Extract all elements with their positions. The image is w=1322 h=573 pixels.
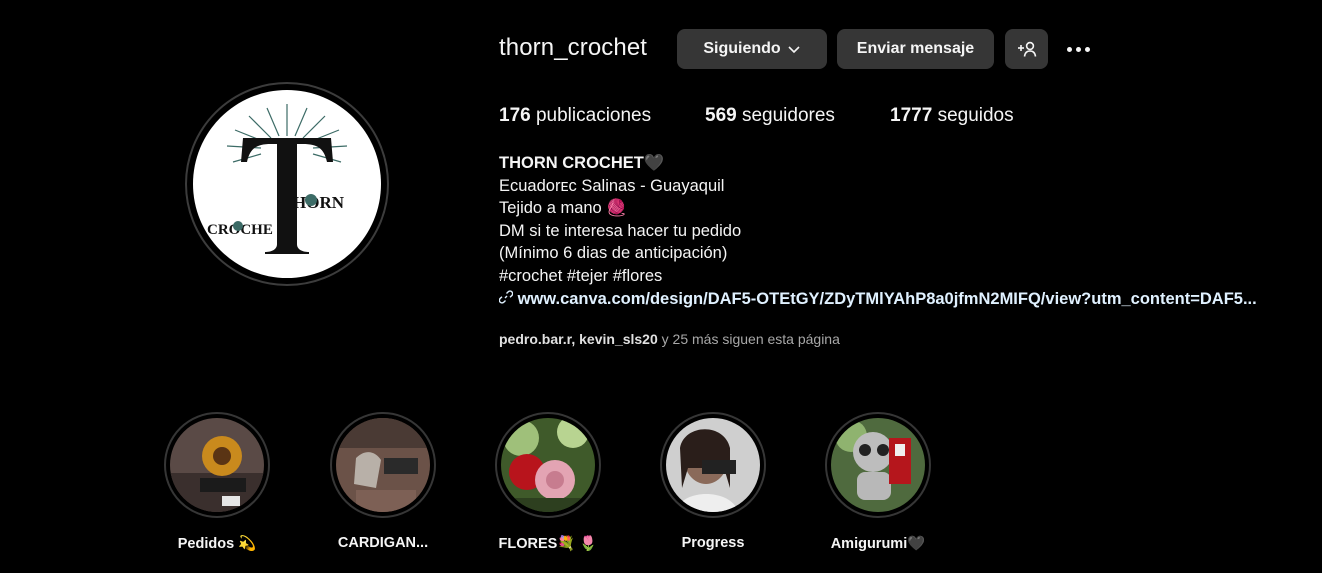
highlight-ring bbox=[330, 412, 436, 518]
highlight-progress[interactable]: Progress bbox=[658, 412, 768, 551]
highlight-thumbnail bbox=[336, 418, 430, 512]
following-button[interactable]: Siguiendo bbox=[677, 29, 827, 69]
bio-line: (Mínimo 6 dias de anticipación) bbox=[499, 244, 728, 263]
highlight-ring bbox=[495, 412, 601, 518]
profile-username: thorn_crochet bbox=[499, 34, 648, 61]
more-options-button[interactable] bbox=[1062, 36, 1094, 62]
highlight-ring bbox=[164, 412, 270, 518]
followed-by[interactable]: pedro.bar.r, kevin_sls20 y 25 más siguen… bbox=[499, 331, 840, 347]
svg-text:HORN: HORN bbox=[293, 193, 345, 212]
highlight-label: FLORES💐 🌷 bbox=[498, 536, 598, 552]
link-icon bbox=[498, 289, 514, 304]
profile-avatar-ring[interactable]: HORN CROCHE bbox=[185, 82, 389, 286]
profile-avatar: HORN CROCHE bbox=[193, 90, 381, 278]
highlight-label: Pedidos 💫 bbox=[177, 536, 257, 552]
highlight-cardigan[interactable]: CARDIGAN... bbox=[328, 412, 438, 551]
highlight-ring bbox=[660, 412, 766, 518]
more-options-icon bbox=[1066, 46, 1072, 52]
thorn-crochet-logo: HORN CROCHE bbox=[207, 104, 348, 254]
profile-bio: THORN CROCHET🖤 Ecuadorᴇᴄ Salinas - Guaya… bbox=[498, 152, 1257, 311]
add-person-icon bbox=[1017, 41, 1036, 57]
chevron-down-icon bbox=[788, 46, 800, 54]
bio-display-name: THORN CROCHET🖤 bbox=[499, 154, 665, 172]
bio-line: Tejido a mano 🧶 bbox=[499, 199, 627, 218]
highlight-thumbnail bbox=[831, 418, 925, 512]
followers-link[interactable]: 569 seguidores bbox=[705, 105, 835, 127]
followed-by-names: pedro.bar.r, kevin_sls20 bbox=[499, 331, 658, 347]
highlight-amigurumi[interactable]: Amigurumi🖤 bbox=[823, 412, 933, 552]
highlight-flores[interactable]: FLORES💐 🌷 bbox=[493, 412, 603, 552]
bio-hashtags[interactable]: #crochet #tejer #flores bbox=[499, 265, 1257, 288]
send-message-label: Enviar mensaje bbox=[856, 40, 975, 57]
bio-line: Ecuadorᴇᴄ Salinas - Guayaquil bbox=[499, 176, 725, 195]
send-message-button[interactable]: Enviar mensaje bbox=[837, 29, 994, 69]
highlight-ring bbox=[825, 412, 931, 518]
highlight-label: CARDIGAN... bbox=[337, 535, 429, 551]
bio-line: DM si te interesa hacer tu pedido bbox=[499, 221, 742, 240]
following-link[interactable]: 1777 seguidos bbox=[890, 105, 1014, 127]
highlight-pedidos[interactable]: Pedidos 💫 bbox=[162, 412, 272, 552]
highlight-thumbnail bbox=[666, 418, 760, 512]
followed-by-suffix: y 25 más siguen esta página bbox=[657, 331, 840, 347]
suggested-accounts-button[interactable] bbox=[1005, 29, 1048, 69]
highlight-label: Amigurumi🖤 bbox=[830, 536, 926, 552]
bio-link-text: www.canva.com/design/DAF5-OTEtGY/ZDyTMlY… bbox=[517, 289, 1257, 308]
following-button-label: Siguiendo bbox=[703, 40, 781, 57]
posts-count: 176 publicaciones bbox=[499, 105, 652, 126]
highlight-label: Progress bbox=[681, 535, 745, 551]
bio-external-link[interactable]: www.canva.com/design/DAF5-OTEtGY/ZDyTMlY… bbox=[498, 288, 1257, 311]
highlight-thumbnail bbox=[170, 418, 264, 512]
highlight-thumbnail bbox=[501, 418, 595, 512]
